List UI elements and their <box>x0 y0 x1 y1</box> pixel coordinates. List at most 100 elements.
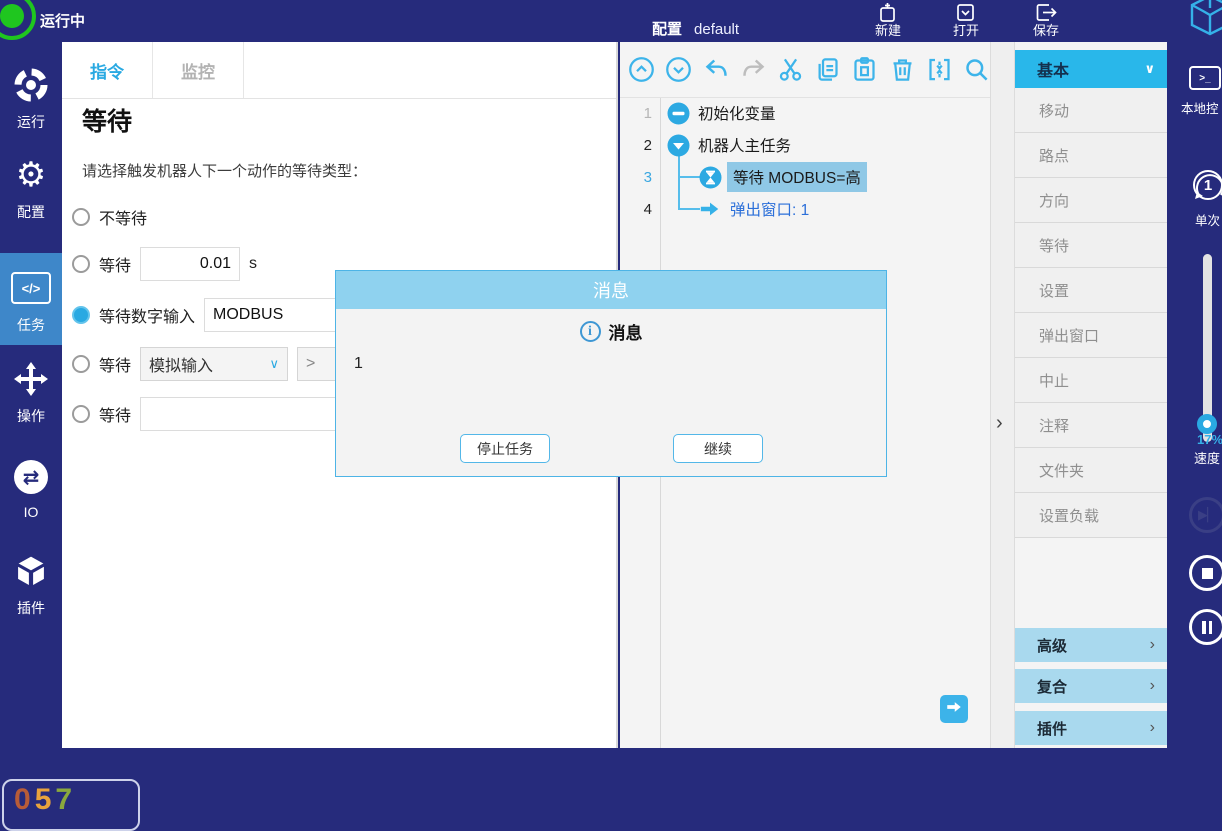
instr-item-popup[interactable]: 弹出窗口 <box>1015 313 1167 358</box>
section-plugin[interactable]: 插件 › <box>1015 711 1167 745</box>
wait-seconds-input[interactable]: 0.01 <box>140 247 240 281</box>
sidebar-item-run[interactable]: 运行 <box>0 64 62 148</box>
counter-digit: 0 <box>14 783 35 816</box>
single-run-count: 1 <box>1204 177 1212 194</box>
page-title: 等待 <box>82 102 132 138</box>
tab-instruction[interactable]: 指令 <box>62 42 153 98</box>
tree-row[interactable]: 2 机器人主任务 <box>620 129 990 161</box>
cube-icon <box>0 550 62 592</box>
analog-source-select[interactable]: 模拟输入 ∨ <box>140 347 288 381</box>
option-wait-time: 等待 0.01 s <box>72 246 257 282</box>
sidebar-item-plugin[interactable]: 插件 <box>0 550 62 634</box>
counter-digit: 5 <box>35 783 56 816</box>
config-value: default <box>694 21 739 38</box>
section-basic[interactable]: 基本 ∨ <box>1015 50 1167 88</box>
section-label: 插件 <box>1037 718 1067 739</box>
dialog-message: 1 <box>354 355 363 373</box>
sidebar-item-config[interactable]: ⚙ 配置 <box>0 154 62 238</box>
tree-row[interactable]: 1 初始化变量 <box>620 97 990 129</box>
line-number: 3 <box>620 169 652 186</box>
dialog-heading: i 消息 <box>336 319 886 344</box>
section-composite[interactable]: 复合 › <box>1015 669 1167 703</box>
sidebar-item-io[interactable]: ⇄ IO <box>0 456 62 540</box>
chevron-right-icon: › <box>1150 636 1155 654</box>
option-label: 等待 <box>99 252 131 276</box>
stop-button[interactable] <box>1189 555 1222 591</box>
instr-item-set[interactable]: 设置 <box>1015 268 1167 313</box>
instr-item-abort[interactable]: 中止 <box>1015 358 1167 403</box>
tree-row[interactable]: 4 弹出窗口: 1 <box>620 193 990 225</box>
instr-item-payload[interactable]: 设置负载 <box>1015 493 1167 538</box>
paste-button[interactable] <box>851 56 878 84</box>
sidebar-item-label: 操作 <box>0 406 62 426</box>
continue-button[interactable]: 继续 <box>673 434 763 463</box>
expand-panel-handle[interactable]: › <box>996 412 1003 435</box>
collapsed-node-icon[interactable] <box>667 102 690 125</box>
radio-wait-time[interactable] <box>72 255 90 273</box>
pause-button[interactable] <box>1189 609 1222 645</box>
sidebar-item-operate[interactable]: 操作 <box>0 358 62 442</box>
config-label: 配置 <box>652 21 682 38</box>
info-icon: i <box>580 321 601 342</box>
sidebar-item-task[interactable]: </> 任务 <box>0 253 62 345</box>
hourglass-icon <box>699 166 722 189</box>
sidebar-item-label: 配置 <box>0 202 62 222</box>
new-file-icon <box>858 2 918 24</box>
speed-label: 速度 <box>1194 448 1220 467</box>
tree-node-label: 等待 MODBUS=高 <box>727 162 867 192</box>
chevron-down-icon: ∨ <box>1144 61 1155 77</box>
radio-no-wait[interactable] <box>72 208 90 226</box>
chevron-right-icon: › <box>1150 677 1155 695</box>
local-control-label: 本地控 <box>1181 98 1219 117</box>
expanded-node-icon[interactable] <box>667 134 690 157</box>
speed-slider-thumb[interactable] <box>1197 414 1217 434</box>
instr-item-folder[interactable]: 文件夹 <box>1015 448 1167 493</box>
radio-wait-analog[interactable] <box>72 355 90 373</box>
run-status-label: 运行中 <box>40 10 85 31</box>
instr-item-waypoint[interactable]: 路点 <box>1015 133 1167 178</box>
instr-item-direction[interactable]: 方向 <box>1015 178 1167 223</box>
instr-item-move[interactable]: 移动 <box>1015 88 1167 133</box>
config-indicator: 配置 default <box>652 18 739 39</box>
form-description: 请选择触发机器人下一个动作的等待类型： <box>82 160 367 181</box>
panel-collapse-strip: › <box>990 42 1015 748</box>
line-number: 4 <box>620 201 652 218</box>
single-run-icon[interactable]: 1 <box>1193 170 1222 200</box>
move-down-button[interactable] <box>665 56 692 84</box>
sidebar-item-label: IO <box>0 504 62 520</box>
redo-button[interactable] <box>740 56 767 84</box>
run-status-icon <box>0 0 36 40</box>
new-button[interactable]: 新建 <box>858 0 918 42</box>
seconds-unit: s <box>249 255 257 273</box>
move-up-button[interactable] <box>628 56 655 84</box>
stop-task-button[interactable]: 停止任务 <box>460 434 550 463</box>
instr-item-comment[interactable]: 注释 <box>1015 403 1167 448</box>
next-step-button[interactable] <box>940 695 968 723</box>
open-button[interactable]: 打开 <box>936 0 996 42</box>
tree-toolbar <box>620 42 990 98</box>
line-number: 1 <box>620 105 652 122</box>
sidebar-item-label: 运行 <box>0 112 62 132</box>
code-icon: </> <box>0 267 62 309</box>
save-icon <box>1016 2 1076 24</box>
bottom-counter: 057 <box>2 779 140 831</box>
radio-wait-expression[interactable] <box>72 405 90 423</box>
brand-logo-icon <box>1188 0 1222 45</box>
cut-button[interactable] <box>777 56 804 84</box>
delete-button[interactable] <box>888 56 915 84</box>
chevron-down-icon: ∨ <box>270 356 280 372</box>
radio-wait-digital[interactable] <box>72 306 90 324</box>
collapse-all-button[interactable] <box>926 56 953 84</box>
undo-button[interactable] <box>702 56 729 84</box>
copy-button[interactable] <box>814 56 841 84</box>
instr-item-wait[interactable]: 等待 <box>1015 223 1167 268</box>
step-button[interactable]: ▶▏ <box>1189 497 1222 533</box>
tab-monitor[interactable]: 监控 <box>153 42 244 98</box>
right-control-bar: >_ 本地控 1 单次 17% 速度 ▶▏ <box>1167 42 1222 748</box>
local-control-icon[interactable]: >_ <box>1189 66 1221 90</box>
tab-bar: 指令 监控 <box>62 42 616 99</box>
search-icon[interactable] <box>963 56 990 84</box>
section-advanced[interactable]: 高级 › <box>1015 628 1167 662</box>
save-button[interactable]: 保存 <box>1016 0 1076 42</box>
tree-row-selected[interactable]: 3 等待 MODBUS=高 <box>620 161 990 193</box>
